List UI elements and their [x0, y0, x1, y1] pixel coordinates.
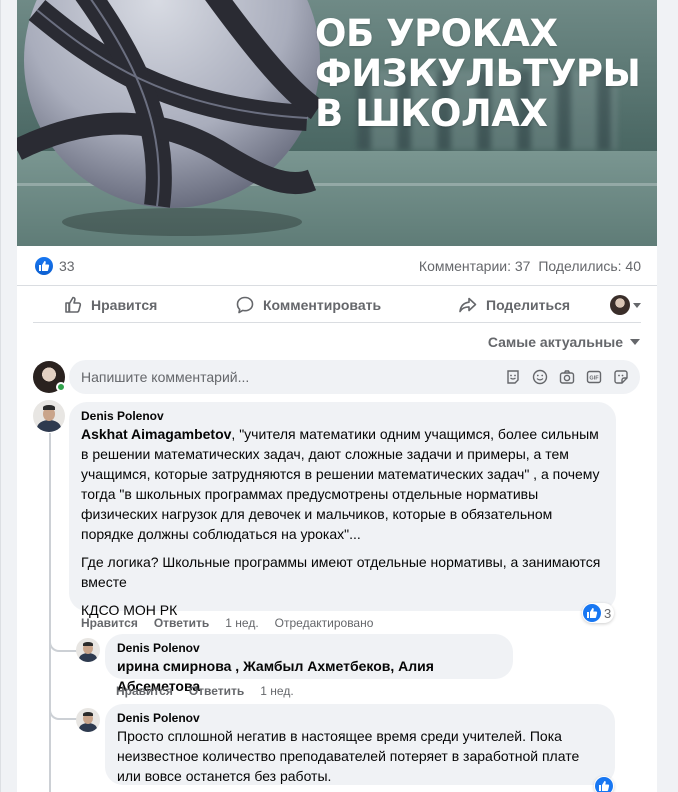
comment-input-placeholder: Напишите комментарий... [81, 369, 250, 385]
svg-text:GIF: GIF [589, 376, 599, 382]
comment-timestamp[interactable]: 1 нед. [225, 616, 258, 630]
like-button-label: Нравится [91, 297, 158, 313]
online-status-dot [56, 382, 66, 392]
sticker-icon[interactable] [612, 368, 630, 386]
like-reaction-icon [583, 604, 601, 622]
like-reaction-icon[interactable] [35, 257, 53, 275]
avatar[interactable] [76, 638, 100, 662]
camera-icon[interactable] [558, 368, 576, 386]
composer-tools: GIF [504, 368, 630, 386]
reactions-count[interactable]: 33 [59, 258, 75, 274]
comment-bubble-icon [236, 296, 254, 314]
comment-bubble: Denis Polenov Askhat Aimagambetov, "учит… [69, 402, 616, 618]
avatar[interactable] [76, 708, 100, 732]
comment-button-label: Комментировать [263, 297, 382, 313]
thread-branch [49, 630, 79, 652]
comment-button[interactable]: Комментировать [235, 287, 381, 323]
comment-edited-label: Отредактировано [274, 616, 374, 630]
comment-timestamp[interactable]: 1 нед. [260, 684, 293, 698]
share-arrow-icon [459, 297, 477, 313]
comments-count-link[interactable]: Комментарии: 37 [419, 258, 531, 274]
post-image[interactable]: ОБ УРОКАХ ФИЗКУЛЬТУРЫ В ШКОЛАХ [17, 0, 657, 246]
comment-author[interactable]: Denis Polenov [117, 711, 603, 725]
thumbs-up-icon [65, 296, 82, 313]
comment-reply-link[interactable]: Ответить [154, 616, 209, 630]
mention-link[interactable]: Askhat Aimagambetov [81, 426, 231, 442]
comment-input[interactable]: Напишите комментарий... GIF [69, 360, 640, 394]
comment-text: Просто сплошной негатив в настоящее врем… [117, 728, 580, 784]
comment-text: Askhat Aimagambetov, "учителя математики… [81, 424, 604, 544]
sort-label: Самые актуальные [487, 334, 623, 350]
comment-meta: Нравится Ответить 1 нед. Отредактировано [81, 616, 373, 630]
post-card: ОБ УРОКАХ ФИЗКУЛЬТУРЫ В ШКОЛАХ 33 Коммен… [17, 0, 657, 792]
thread-branch [49, 698, 79, 720]
comment-text-paragraph: Где логика? Школьные программы имеют отд… [81, 554, 601, 590]
comment-meta: Нравится Ответить 1 нед. [116, 684, 294, 698]
chevron-down-icon [630, 339, 640, 345]
comment-like-link[interactable]: Нравится [116, 684, 173, 698]
avatar-sticker-icon[interactable] [504, 368, 522, 386]
comment-author[interactable]: Denis Polenov [81, 409, 604, 423]
share-button[interactable]: Поделиться [458, 287, 570, 323]
post-as-selector[interactable] [610, 295, 641, 315]
like-reaction-icon [595, 777, 613, 792]
like-button[interactable]: Нравится [63, 287, 157, 323]
comment-sort-dropdown[interactable]: Самые актуальные [488, 334, 640, 350]
comment-author[interactable]: Denis Polenov [117, 641, 501, 655]
comment-reactions[interactable] [594, 776, 614, 792]
comment-reply-link[interactable]: Ответить [189, 684, 244, 698]
reply-bubble: Denis Polenov ирина смирнова , Жамбыл Ах… [105, 634, 513, 694]
share-button-label: Поделиться [486, 297, 571, 313]
reply-bubble: Denis Polenov Просто сплошной негатив в … [105, 704, 615, 785]
shares-count-link[interactable]: Поделились: 40 [538, 258, 641, 274]
emoji-icon[interactable] [531, 368, 549, 386]
comments-shares-summary: Комментарии: 37 Поделились: 40 [415, 258, 641, 274]
post-actions-bar: Нравится Комментировать Поделиться [33, 287, 641, 323]
image-headline: ОБ УРОКАХ ФИЗКУЛЬТУРЫ В ШКОЛАХ [315, 12, 641, 135]
avatar [610, 295, 630, 315]
left-edge-divider [0, 0, 1, 792]
post-stats-bar: 33 Комментарии: 37 Поделились: 40 [17, 246, 657, 286]
chevron-down-icon [633, 302, 641, 308]
gif-icon[interactable]: GIF [585, 368, 603, 386]
comment-like-link[interactable]: Нравится [81, 616, 138, 630]
avatar[interactable] [33, 400, 65, 432]
reaction-count: 3 [604, 605, 612, 621]
comment-text-body: , "учителя математики одним учащимся, бо… [81, 426, 600, 542]
comment-reactions[interactable]: 3 [582, 603, 615, 623]
thread-line [49, 433, 51, 792]
